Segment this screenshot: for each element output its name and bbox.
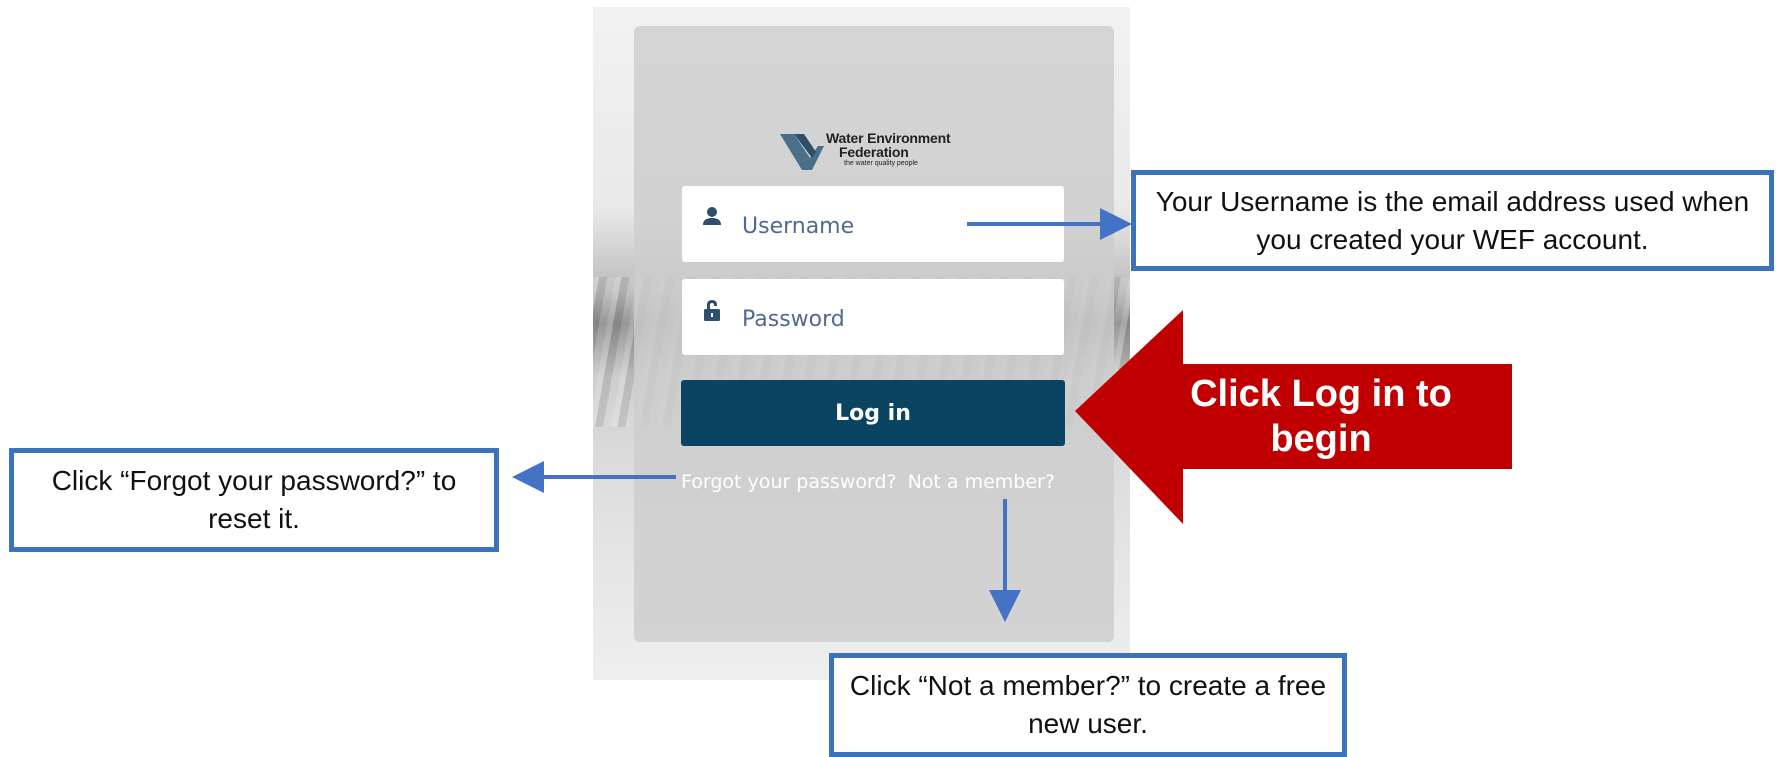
password-field[interactable] (682, 279, 1064, 355)
username-input[interactable] (740, 208, 1044, 244)
not-a-member-link[interactable]: Not a member? (908, 471, 1055, 493)
user-icon (703, 207, 721, 225)
login-arrow-label: Click Log in to begin (1190, 373, 1452, 460)
login-button[interactable]: Log in (681, 380, 1065, 446)
forgot-password-link[interactable]: Forgot your password? (681, 471, 897, 493)
username-field[interactable] (682, 186, 1064, 262)
lock-icon (704, 300, 720, 321)
logo-text-line2: Federation (839, 144, 909, 160)
not-a-member-callout: Click “Not a member?” to create a free n… (829, 653, 1347, 757)
login-links: Forgot your password? Not a member? (681, 471, 1081, 497)
wef-logo: Water Environment Federation the water q… (780, 128, 970, 172)
password-input[interactable] (740, 301, 1044, 337)
username-callout: Your Username is the email address used … (1131, 170, 1774, 271)
logo-tagline: the water quality people (844, 160, 918, 167)
forgot-password-callout: Click “Forgot your password?” to reset i… (9, 448, 499, 552)
